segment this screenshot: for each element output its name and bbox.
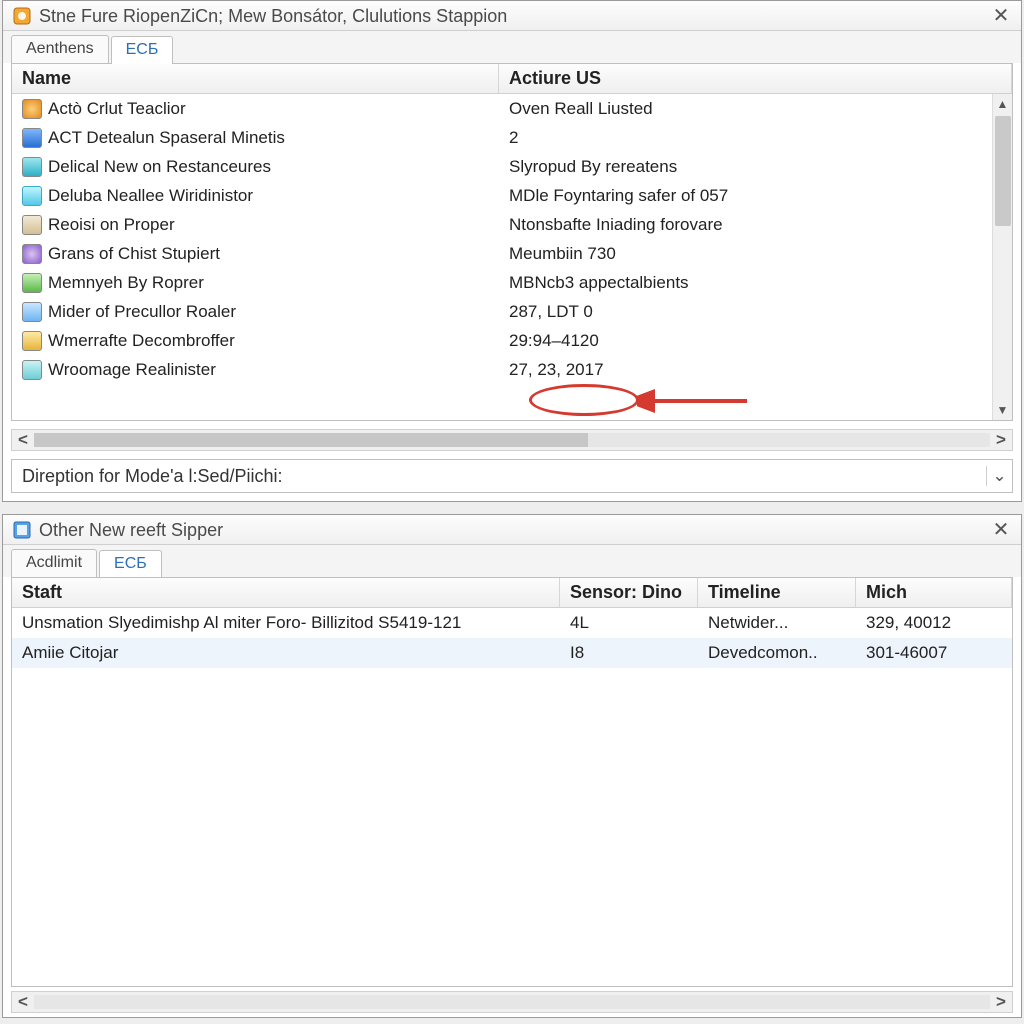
scroll-left-icon[interactable]: < [12, 430, 34, 450]
grid-body: Unsmation Slyedimishp Al miter Foro- Bil… [12, 608, 1012, 986]
col-name[interactable]: Name [12, 64, 499, 93]
row-value: 29:94–4120 [499, 331, 1012, 351]
chevron-down-icon[interactable]: ⌄ [986, 466, 1012, 486]
properties-window: Stne Fure RiopenZiCn; Mew Bonsátor, Clul… [2, 0, 1022, 502]
cell-sensor: 4L [560, 613, 698, 633]
table-row[interactable]: Memnyeh By Roprer MBNcb3 appectalbients [12, 268, 1012, 297]
description-text: Direption for Mode'a l:Sed/Piichi: [12, 466, 986, 487]
row-name: Grans of Chist Stupiert [48, 244, 220, 264]
row-icon [22, 360, 42, 380]
row-value: Oven Reall Liusted [499, 99, 1012, 119]
properties-grid-panel: Name Actiure US Actò Crlut Teaclior Oven … [11, 63, 1013, 421]
row-value: 27, 23, 2017 [499, 360, 1012, 380]
cell-timeline: Netwider... [698, 613, 856, 633]
tab-aenthens[interactable]: Aenthens [11, 35, 109, 63]
grid-header: Name Actiure US [12, 64, 1012, 94]
app-icon [11, 519, 33, 541]
table-row[interactable]: Reoisi on Proper Ntonsbafte Iniading foro… [12, 210, 1012, 239]
row-value: Slyropud By rereatens [499, 157, 1012, 177]
row-value: MDle Foyntaring safer of 057 [499, 186, 1012, 206]
cell-mich: 329, 40012 [856, 613, 1012, 633]
scroll-thumb[interactable] [995, 116, 1011, 226]
row-value: 2 [499, 128, 1012, 148]
annotation-circle [529, 384, 639, 416]
row-name: Deluba Neallee Wiridinistor [48, 186, 253, 206]
col-value[interactable]: Actiure US [499, 64, 1012, 93]
table-row[interactable]: Actò Crlut Teaclior Oven Reall Liusted [12, 94, 1012, 123]
row-icon [22, 99, 42, 119]
scroll-track[interactable] [34, 995, 990, 1009]
row-name: Actò Crlut Teaclior [48, 99, 186, 119]
tabstrip: Aenthens ECБ [3, 31, 1021, 63]
scroll-down-icon[interactable]: ▼ [993, 400, 1012, 420]
row-name: Memnyeh By Roprer [48, 273, 204, 293]
horizontal-scrollbar[interactable]: < > [11, 429, 1013, 451]
row-name: ACT Detealun Spaseral Minetis [48, 128, 285, 148]
row-icon [22, 215, 42, 235]
titlebar: Other New reeft Sipper ✕ [3, 515, 1021, 545]
row-name: Mider of Precullor Roaler [48, 302, 236, 322]
row-name: Wroomage Realinister [48, 360, 216, 380]
horizontal-scrollbar[interactable]: < > [11, 991, 1013, 1013]
col-sensor[interactable]: Sensor: Dino [560, 578, 698, 607]
row-value: MBNcb3 appectalbients [499, 273, 1012, 293]
table-row[interactable]: Amiie CitojarI8Devedcomon..301-46007 [12, 638, 1012, 668]
scroll-right-icon[interactable]: > [990, 992, 1012, 1012]
scroll-thumb-h[interactable] [34, 433, 588, 447]
col-timeline[interactable]: Timeline [698, 578, 856, 607]
col-mich[interactable]: Mich [856, 578, 1012, 607]
scroll-track[interactable] [34, 433, 990, 447]
table-row[interactable]: Unsmation Slyedimishp Al miter Foro- Bil… [12, 608, 1012, 638]
annotation-arrow-icon [637, 384, 757, 418]
scroll-right-icon[interactable]: > [990, 430, 1012, 450]
app-icon [11, 5, 33, 27]
close-button[interactable]: ✕ [981, 3, 1021, 29]
data-grid-panel: Staft Sensor: Dino Timeline Mich Unsmati… [11, 577, 1013, 987]
table-row[interactable]: Deluba Neallee Wiridinistor MDle Foyntari… [12, 181, 1012, 210]
cell-staft: Amiie Citojar [12, 643, 560, 663]
grid-body: Actò Crlut Teaclior Oven Reall Liusted ACT… [12, 94, 1012, 420]
table-row[interactable]: Mider of Precullor Roaler 287, LDT 0 [12, 297, 1012, 326]
tab-ecb[interactable]: ECБ [111, 36, 174, 64]
table-row[interactable]: Wmerrafte Decombroffer 29:94–4120 [12, 326, 1012, 355]
other-window: Other New reeft Sipper ✕ Acdlimit ECБ St… [2, 514, 1022, 1018]
cell-timeline: Devedcomon.. [698, 643, 856, 663]
close-button[interactable]: ✕ [981, 517, 1021, 543]
row-value: Meumbiin 730 [499, 244, 1012, 264]
row-icon [22, 302, 42, 322]
row-value: 287, LDT 0 [499, 302, 1012, 322]
vertical-scrollbar[interactable]: ▲ ▼ [992, 94, 1012, 420]
col-staft[interactable]: Staft [12, 578, 560, 607]
row-icon [22, 331, 42, 351]
table-row[interactable]: Grans of Chist Stupiert Meumbiin 730 [12, 239, 1012, 268]
table-row[interactable]: ACT Detealun Spaseral Minetis 2 [12, 123, 1012, 152]
row-name: Delical New on Restanceures [48, 157, 271, 177]
tabstrip: Acdlimit ECБ [3, 545, 1021, 577]
cell-staft: Unsmation Slyedimishp Al miter Foro- Bil… [12, 613, 560, 633]
scroll-left-icon[interactable]: < [12, 992, 34, 1012]
table-row[interactable]: Delical New on Restanceures Slyropud By r… [12, 152, 1012, 181]
cell-mich: 301-46007 [856, 643, 1012, 663]
row-icon [22, 244, 42, 264]
grid-header: Staft Sensor: Dino Timeline Mich [12, 578, 1012, 608]
row-icon [22, 273, 42, 293]
description-combo[interactable]: Direption for Mode'a l:Sed/Piichi: ⌄ [11, 459, 1013, 493]
row-icon [22, 186, 42, 206]
cell-sensor: I8 [560, 643, 698, 663]
row-name: Reoisi on Proper [48, 215, 175, 235]
tab-acdlimit[interactable]: Acdlimit [11, 549, 97, 577]
table-row[interactable]: Wroomage Realinister 27, 23, 2017 [12, 355, 1012, 384]
tab-ecb[interactable]: ECБ [99, 550, 162, 578]
window-title: Stne Fure RiopenZiCn; Mew Bonsátor, Clul… [39, 4, 981, 27]
window-title: Other New reeft Sipper [39, 518, 981, 541]
row-value: Ntonsbafte Iniading forovare [499, 215, 1012, 235]
row-icon [22, 157, 42, 177]
row-name: Wmerrafte Decombroffer [48, 331, 235, 351]
titlebar: Stne Fure RiopenZiCn; Mew Bonsátor, Clul… [3, 1, 1021, 31]
row-icon [22, 128, 42, 148]
scroll-up-icon[interactable]: ▲ [993, 94, 1012, 114]
